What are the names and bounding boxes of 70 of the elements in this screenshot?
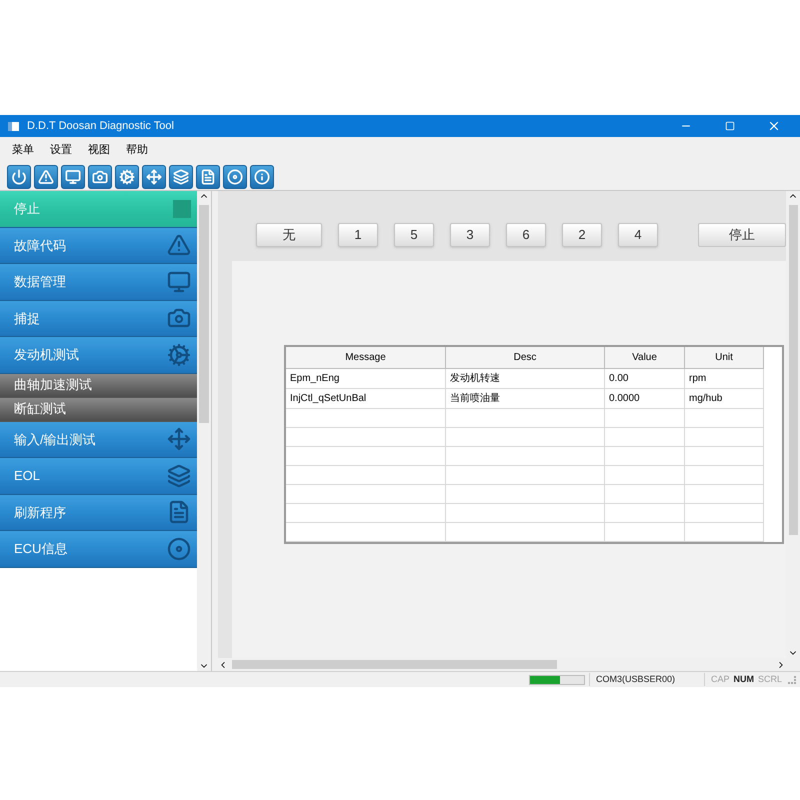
column-header[interactable]: Message xyxy=(286,347,446,369)
cylinder-button[interactable]: 3 xyxy=(450,223,490,247)
cylinder-button[interactable]: 4 xyxy=(618,223,658,247)
stop-square-icon xyxy=(173,200,192,218)
table-cell: rpm xyxy=(685,369,764,389)
warning-icon xyxy=(167,233,192,258)
menu-item[interactable]: 视图 xyxy=(88,142,110,158)
menu-item[interactable]: 设置 xyxy=(50,142,72,158)
cylinder-button[interactable]: 2 xyxy=(562,223,602,247)
layers-icon xyxy=(167,464,192,488)
table-cell: 0.00 xyxy=(605,369,685,389)
window-title: D.D.T Doosan Diagnostic Tool xyxy=(27,118,174,134)
table-cell: Epm_nEng xyxy=(286,369,446,389)
cylinder-button[interactable]: 5 xyxy=(394,223,434,247)
camera-icon xyxy=(92,168,108,184)
arrows-tool-button[interactable] xyxy=(142,164,166,188)
arrows-icon xyxy=(146,168,162,184)
column-header[interactable]: Desc xyxy=(446,347,605,369)
table-cell: InjCtl_qSetUnBal xyxy=(286,389,446,409)
close-icon xyxy=(767,119,781,133)
monitor-icon xyxy=(167,270,192,294)
stop-button[interactable]: 停止 xyxy=(698,223,786,247)
info-tool-button[interactable] xyxy=(250,164,274,188)
cylinder-button[interactable]: 1 xyxy=(338,223,378,247)
sidebar-item[interactable]: 输入/输出测试 xyxy=(0,422,198,458)
table-cell: mg/hub xyxy=(685,389,764,409)
monitor-icon xyxy=(65,168,81,184)
sidebar-scrollbar[interactable] xyxy=(197,191,211,671)
sidebar-item[interactable]: ECU信息 xyxy=(0,531,198,568)
menu-item[interactable]: 帮助 xyxy=(126,142,148,158)
info-icon xyxy=(254,168,270,184)
warning-icon xyxy=(38,168,54,184)
camera-tool-button[interactable] xyxy=(88,164,112,188)
sidebar-item[interactable]: 发动机测试 xyxy=(0,337,198,374)
sidebar-item[interactable]: 故障代码 xyxy=(0,228,198,264)
sidebar-item[interactable]: EOL xyxy=(0,458,198,494)
menu-item[interactable]: 菜单 xyxy=(12,142,34,158)
monitor-tool-button[interactable] xyxy=(61,164,85,188)
document-icon xyxy=(200,168,216,184)
sidebar-item[interactable]: 数据管理 xyxy=(0,264,198,300)
cylinder-button[interactable]: 6 xyxy=(506,223,546,247)
arrows-icon xyxy=(167,427,192,452)
disc-icon xyxy=(167,536,192,561)
table-cell: 0.0000 xyxy=(605,389,685,409)
layers-tool-button[interactable] xyxy=(169,164,193,188)
cylinder-button[interactable]: 无 xyxy=(256,223,322,247)
column-header[interactable]: Unit xyxy=(685,347,764,369)
document-tool-button[interactable] xyxy=(196,164,220,188)
maximize-icon xyxy=(725,121,735,131)
table-cell: 当前喷油量 xyxy=(446,389,605,409)
power-tool-button[interactable] xyxy=(7,164,31,188)
column-header[interactable]: Value xyxy=(605,347,685,369)
key-indicator: SCRL xyxy=(758,672,782,686)
port-label: COM3(USBSER00) xyxy=(588,672,705,686)
key-indicator: NUM xyxy=(733,672,754,686)
sidebar-subitem[interactable]: 断缸测试 xyxy=(0,398,198,422)
layers-icon xyxy=(173,168,189,184)
sidebar-item[interactable]: 捕捉 xyxy=(0,300,198,337)
resize-grip-icon xyxy=(788,676,796,684)
key-indicator: CAP xyxy=(710,672,730,686)
sidebar-subitem[interactable]: 曲轴加速测试 xyxy=(0,374,198,398)
warning-tool-button[interactable] xyxy=(34,164,58,188)
power-icon xyxy=(11,168,27,184)
sidebar-item[interactable]: 刷新程序 xyxy=(0,494,198,531)
app-icon xyxy=(8,122,19,130)
vertical-scrollbar[interactable] xyxy=(786,191,800,658)
engine-tool-button[interactable] xyxy=(115,164,139,188)
disc-icon xyxy=(227,168,243,184)
table-cell: 发动机转速 xyxy=(446,369,605,389)
disc-tool-button[interactable] xyxy=(223,164,247,188)
